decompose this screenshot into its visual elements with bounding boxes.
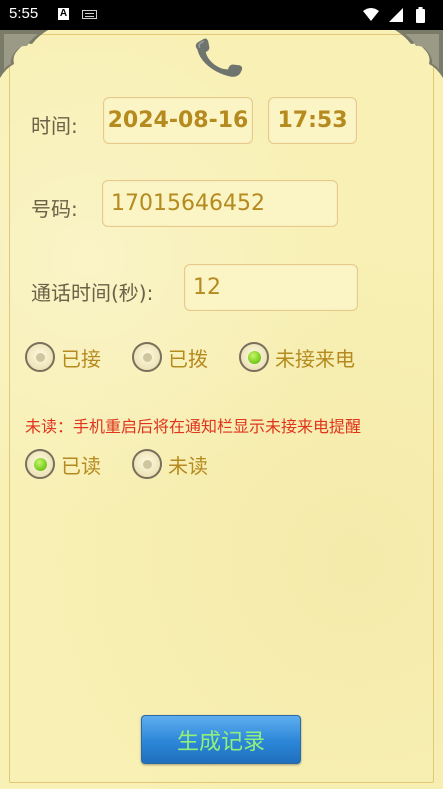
- time-label: 时间:: [31, 114, 78, 138]
- radio-missed[interactable]: 未接来电: [239, 342, 355, 372]
- radio-dialed-label: 已拨: [168, 346, 208, 371]
- radio-answered-circle: [25, 342, 55, 372]
- radio-missed-label: 未接来电: [275, 346, 355, 371]
- keyboard-icon: [82, 10, 97, 19]
- date-field[interactable]: 2024-08-16: [103, 97, 253, 144]
- wifi-icon: [363, 8, 379, 21]
- radio-missed-circle: [239, 342, 269, 372]
- number-label: 号码:: [31, 197, 78, 221]
- time-field[interactable]: 17:53: [268, 97, 357, 144]
- time-value: 17:53: [277, 108, 348, 133]
- unread-note: 未读：手机重启后将在通知栏显示未接来电提醒: [25, 417, 362, 436]
- status-time: 5:55: [9, 5, 39, 22]
- a-icon: A: [58, 8, 69, 20]
- battery-icon: [416, 7, 425, 23]
- radio-unread-label: 未读: [168, 453, 208, 478]
- number-value: 17015646452: [111, 191, 265, 216]
- radio-answered[interactable]: 已接: [25, 342, 101, 372]
- radio-read[interactable]: 已读: [25, 449, 101, 479]
- generate-record-label: 生成记录: [176, 729, 265, 755]
- duration-label: 通话时间(秒):: [31, 281, 154, 305]
- corner-ornament-right-icon: [395, 30, 443, 78]
- radio-unread-circle: [132, 449, 162, 479]
- generate-record-button[interactable]: 生成记录: [141, 715, 301, 764]
- status-icons: [363, 6, 433, 24]
- status-bar: 5:55 A: [0, 0, 443, 30]
- paper-border: [9, 34, 434, 783]
- duration-value: 12: [193, 275, 221, 300]
- phone-handset-icon: [195, 38, 243, 77]
- radio-read-label: 已读: [61, 453, 101, 478]
- date-value: 2024-08-16: [107, 108, 249, 133]
- duration-input[interactable]: 12: [184, 264, 358, 311]
- signal-icon: [389, 8, 403, 22]
- radio-dialed-circle: [132, 342, 162, 372]
- number-input[interactable]: 17015646452: [102, 180, 338, 227]
- radio-dialed[interactable]: 已拨: [132, 342, 208, 372]
- radio-unread[interactable]: 未读: [132, 449, 208, 479]
- radio-answered-label: 已接: [61, 346, 101, 371]
- radio-read-circle: [25, 449, 55, 479]
- corner-ornament-left-icon: [0, 30, 48, 78]
